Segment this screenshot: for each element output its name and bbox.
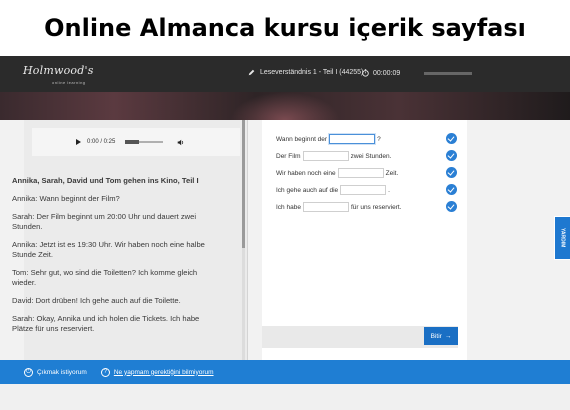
module-label: Leseverständnis 1 - Teil I (44255) [260,69,364,76]
prompt-after: zwei Stunden. [350,152,392,160]
help-link-label: Ne yapmam gerektiğini bilmiyorum [113,368,214,376]
pencil-icon [248,69,255,76]
check-icon [446,150,457,161]
audio-seek-knob[interactable] [125,140,140,144]
bottom-bar: ⏻ Çıkmak istiyorum ? Ne yapmam gerektiği… [0,360,570,384]
exercise-row: Wann beginnt der? [276,134,381,144]
prompt-after: ? [377,135,381,143]
progress-track [424,72,472,75]
help-link[interactable]: ? Ne yapmam gerektiğini bilmiyorum [100,367,214,377]
prompt-before: Ich gehe auch auf die [276,186,339,194]
exercise-row: Ich habe für uns reserviert. [276,202,402,212]
module-title: Leseverständnis 1 - Teil I (44255) [248,69,363,76]
answer-input[interactable] [329,134,376,144]
page-bottom [0,384,570,410]
page-caption: Online Almanca kursu içerik sayfası örne… [44,14,526,98]
dialogue-line: Annika: Jetzt ist es 19:30 Uhr. Wir habe… [12,240,205,259]
timer-value: 00:00:09 [373,69,401,77]
dialogue-line: Sarah: Okay, Annika und ich holen die Ti… [12,314,200,333]
dialogue-line: David: Dort drüben! Ich gehe auch auf di… [12,296,181,305]
dialogue-line: Annika: Wann beginnt der Film? [12,194,120,203]
reading-text: Annika, Sarah, David und Tom gehen ins K… [12,176,216,342]
dialogue-line: Tom: Sehr gut, wo sind die Toiletten? Ic… [12,268,198,287]
reading-scrollbar[interactable] [242,120,245,360]
app-frame: Holmwood's online learning Leseverständn… [0,56,570,410]
check-icon [446,201,457,212]
power-icon: ⏻ [24,367,33,377]
quit-label: Çıkmak istiyorum [37,368,87,376]
dialogue-line: Sarah: Der Film beginnt um 20:00 Uhr und… [12,212,197,231]
finish-label: Bitir [430,332,442,340]
prompt-after: . [388,186,390,194]
progress [424,72,472,75]
audio-seek-bar[interactable] [125,140,164,144]
prompt-before: Der Film [276,152,301,160]
quit-button[interactable]: ⏻ Çıkmak istiyorum [24,367,87,377]
exercise-row: Wir haben noch eine Zeit. [276,168,398,178]
arrow-right-icon: → [444,332,452,340]
prompt-before: Wann beginnt der [276,135,328,143]
top-bar: Holmwood's online learning Leseverständn… [0,56,570,92]
audio-player: 0:00 / 0:25 [32,128,240,156]
volume-icon[interactable] [177,139,184,146]
text-heading: Annika, Sarah, David und Tom gehen ins K… [12,176,199,185]
answer-input[interactable] [302,202,349,212]
answer-input[interactable] [337,168,384,178]
question-icon: ? [100,367,110,377]
exercise-row: Der Film zwei Stunden. [276,151,391,161]
exercise-row: Ich gehe auch auf die. [276,185,390,195]
play-icon[interactable] [76,139,81,145]
timer: 00:00:09 [362,69,400,77]
help-tab[interactable]: YARDIM [554,216,570,260]
prompt-before: Wir haben noch eine [276,169,336,177]
audio-time: 0:00 / 0:25 [87,139,116,145]
check-icon [446,167,457,178]
check-icon [446,133,457,144]
logo: Holmwood's [23,64,94,77]
check-icon [446,184,457,195]
finish-button[interactable]: Bitir → [424,327,458,345]
logo-subtitle: online learning [52,80,86,85]
stopwatch-icon [362,69,369,77]
banner-highlight [230,92,340,120]
scrollbar-thumb[interactable] [242,120,245,248]
prompt-before: Ich habe [276,203,301,211]
prompt-after: Zeit. [385,169,399,177]
answer-input[interactable] [340,185,387,195]
prompt-after: für uns reserviert. [350,203,402,211]
answer-input[interactable] [302,151,349,161]
